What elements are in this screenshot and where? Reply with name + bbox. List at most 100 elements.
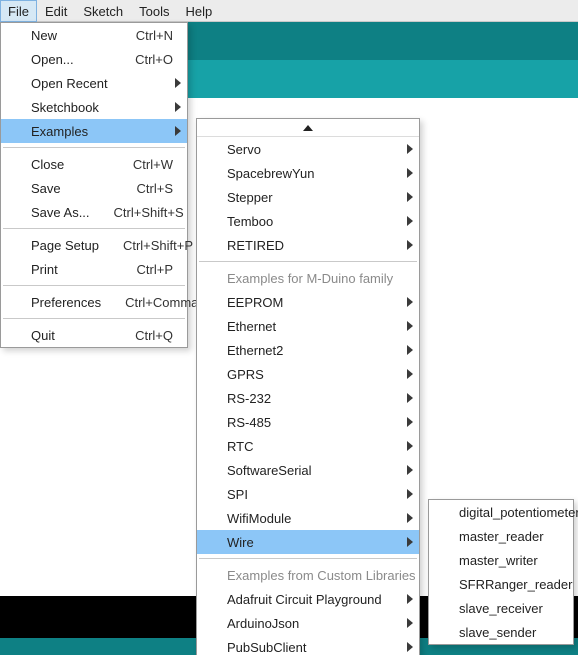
menu-item-label: RS-232	[227, 391, 405, 406]
menu-item-save[interactable]: SaveCtrl+S	[1, 176, 187, 200]
menu-item-slave-sender[interactable]: slave_sender	[429, 620, 573, 644]
menu-item-shortcut: Ctrl+O	[135, 52, 173, 67]
menu-item-label: Preferences	[31, 295, 101, 310]
menu-item-shortcut: Ctrl+N	[136, 28, 173, 43]
menu-item-retired[interactable]: RETIRED	[197, 233, 419, 257]
menu-item-spi[interactable]: SPI	[197, 482, 419, 506]
menu-item-label: slave_receiver	[459, 601, 559, 616]
menu-item-arduinojson[interactable]: ArduinoJson	[197, 611, 419, 635]
menu-item-label: RS-485	[227, 415, 405, 430]
submenu-arrow-icon	[407, 168, 413, 178]
menu-item-servo[interactable]: Servo	[197, 137, 419, 161]
menu-item-save-as-[interactable]: Save As...Ctrl+Shift+S	[1, 200, 187, 224]
menu-separator	[3, 318, 185, 319]
menu-item-ethernet2[interactable]: Ethernet2	[197, 338, 419, 362]
menu-item-open-[interactable]: Open... Ctrl+O	[1, 47, 187, 71]
menu-item-gprs[interactable]: GPRS	[197, 362, 419, 386]
menu-item-label: master_writer	[459, 553, 559, 568]
submenu-arrow-icon	[407, 594, 413, 604]
menubar-item-edit[interactable]: Edit	[37, 0, 75, 22]
menu-item-wire[interactable]: Wire	[197, 530, 419, 554]
menubar-item-file[interactable]: File	[0, 0, 37, 22]
menu-item-master-writer[interactable]: master_writer	[429, 548, 573, 572]
menu-item-open-recent[interactable]: Open Recent	[1, 71, 187, 95]
menu-item-label: Save As...	[31, 205, 90, 220]
menubar-item-tools[interactable]: Tools	[131, 0, 177, 22]
submenu-arrow-icon	[407, 417, 413, 427]
menu-item-label: Print	[31, 262, 113, 277]
menu-item-label: Sketchbook	[31, 100, 173, 115]
menu-item-preferences[interactable]: PreferencesCtrl+Comma	[1, 290, 187, 314]
menu-item-pubsubclient[interactable]: PubSubClient	[197, 635, 419, 655]
menu-section-header-examples-from-custom-libraries: Examples from Custom Libraries	[197, 563, 419, 587]
menu-item-slave-receiver[interactable]: slave_receiver	[429, 596, 573, 620]
menu-item-sfrranger-reader[interactable]: SFRRanger_reader	[429, 572, 573, 596]
menubar: File Edit Sketch Tools Help	[0, 0, 578, 22]
menu-item-spacebrewyun[interactable]: SpacebrewYun	[197, 161, 419, 185]
menubar-item-label: File	[8, 4, 29, 19]
menu-item-page-setup[interactable]: Page SetupCtrl+Shift+P	[1, 233, 187, 257]
menu-item-shortcut: Ctrl+S	[137, 181, 173, 196]
menu-item-label: RETIRED	[227, 238, 405, 253]
menu-separator	[3, 147, 185, 148]
menu-item-digital-potentiometer[interactable]: digital_potentiometer	[429, 500, 573, 524]
submenu-arrow-icon	[407, 216, 413, 226]
menu-item-label: SpacebrewYun	[227, 166, 405, 181]
submenu-arrow-icon	[407, 393, 413, 403]
menu-item-master-reader[interactable]: master_reader	[429, 524, 573, 548]
menu-item-label: Wire	[227, 535, 405, 550]
menu-item-softwareserial[interactable]: SoftwareSerial	[197, 458, 419, 482]
menu-item-label: Open...	[31, 52, 111, 67]
menu-item-shortcut: Ctrl+Comma	[125, 295, 198, 310]
menu-item-wifimodule[interactable]: WifiModule	[197, 506, 419, 530]
menu-item-label: SoftwareSerial	[227, 463, 405, 478]
menu-item-label: SFRRanger_reader	[459, 577, 572, 592]
menu-item-temboo[interactable]: Temboo	[197, 209, 419, 233]
menubar-item-sketch[interactable]: Sketch	[75, 0, 131, 22]
menu-item-rs-485[interactable]: RS-485	[197, 410, 419, 434]
submenu-arrow-icon	[407, 240, 413, 250]
app-window: File Edit Sketch Tools Help New Ctrl+N Open...…	[0, 0, 578, 655]
menu-item-ethernet[interactable]: Ethernet	[197, 314, 419, 338]
submenu-arrow-icon	[407, 144, 413, 154]
menu-item-label: master_reader	[459, 529, 559, 544]
menu-section-header-examples-for-m-duino-family: Examples for M-Duino family	[197, 266, 419, 290]
menu-item-stepper[interactable]: Stepper	[197, 185, 419, 209]
menubar-item-label: Tools	[139, 4, 169, 19]
menu-item-label: Examples from Custom Libraries	[227, 568, 416, 583]
submenu-arrow-icon	[407, 297, 413, 307]
menu-item-shortcut: Ctrl+P	[137, 262, 173, 277]
submenu-arrow-icon	[407, 192, 413, 202]
menubar-item-help[interactable]: Help	[177, 0, 220, 22]
menu-item-shortcut: Ctrl+Q	[135, 328, 173, 343]
submenu-arrow-icon	[407, 441, 413, 451]
submenu-arrow-icon	[407, 465, 413, 475]
menu-item-label: New	[31, 28, 112, 43]
menu-separator	[199, 261, 417, 262]
menu-item-rs-232[interactable]: RS-232	[197, 386, 419, 410]
submenu-arrow-icon	[407, 369, 413, 379]
menu-separator	[199, 558, 417, 559]
menu-item-shortcut: Ctrl+W	[133, 157, 173, 172]
menu-item-sketchbook[interactable]: Sketchbook	[1, 95, 187, 119]
menu-item-eeprom[interactable]: EEPROM	[197, 290, 419, 314]
menu-item-close[interactable]: CloseCtrl+W	[1, 152, 187, 176]
scroll-up-arrow[interactable]	[197, 119, 419, 137]
menubar-item-label: Help	[185, 4, 212, 19]
menu-item-shortcut: Ctrl+Shift+P	[123, 238, 193, 253]
menu-item-rtc[interactable]: RTC	[197, 434, 419, 458]
menu-item-adafruit-circuit-playground[interactable]: Adafruit Circuit Playground	[197, 587, 419, 611]
menu-item-label: ArduinoJson	[227, 616, 405, 631]
submenu-arrow-icon	[407, 489, 413, 499]
menu-item-new[interactable]: New Ctrl+N	[1, 23, 187, 47]
menu-item-label: Page Setup	[31, 238, 99, 253]
menu-item-label: Ethernet2	[227, 343, 405, 358]
menu-item-print[interactable]: Print Ctrl+P	[1, 257, 187, 281]
menu-item-label: Quit	[31, 328, 111, 343]
menu-item-examples[interactable]: Examples	[1, 119, 187, 143]
menu-item-quit[interactable]: Quit Ctrl+Q	[1, 323, 187, 347]
menubar-item-label: Edit	[45, 4, 67, 19]
menu-item-label: Stepper	[227, 190, 405, 205]
menu-separator	[3, 285, 185, 286]
menu-item-label: Ethernet	[227, 319, 405, 334]
